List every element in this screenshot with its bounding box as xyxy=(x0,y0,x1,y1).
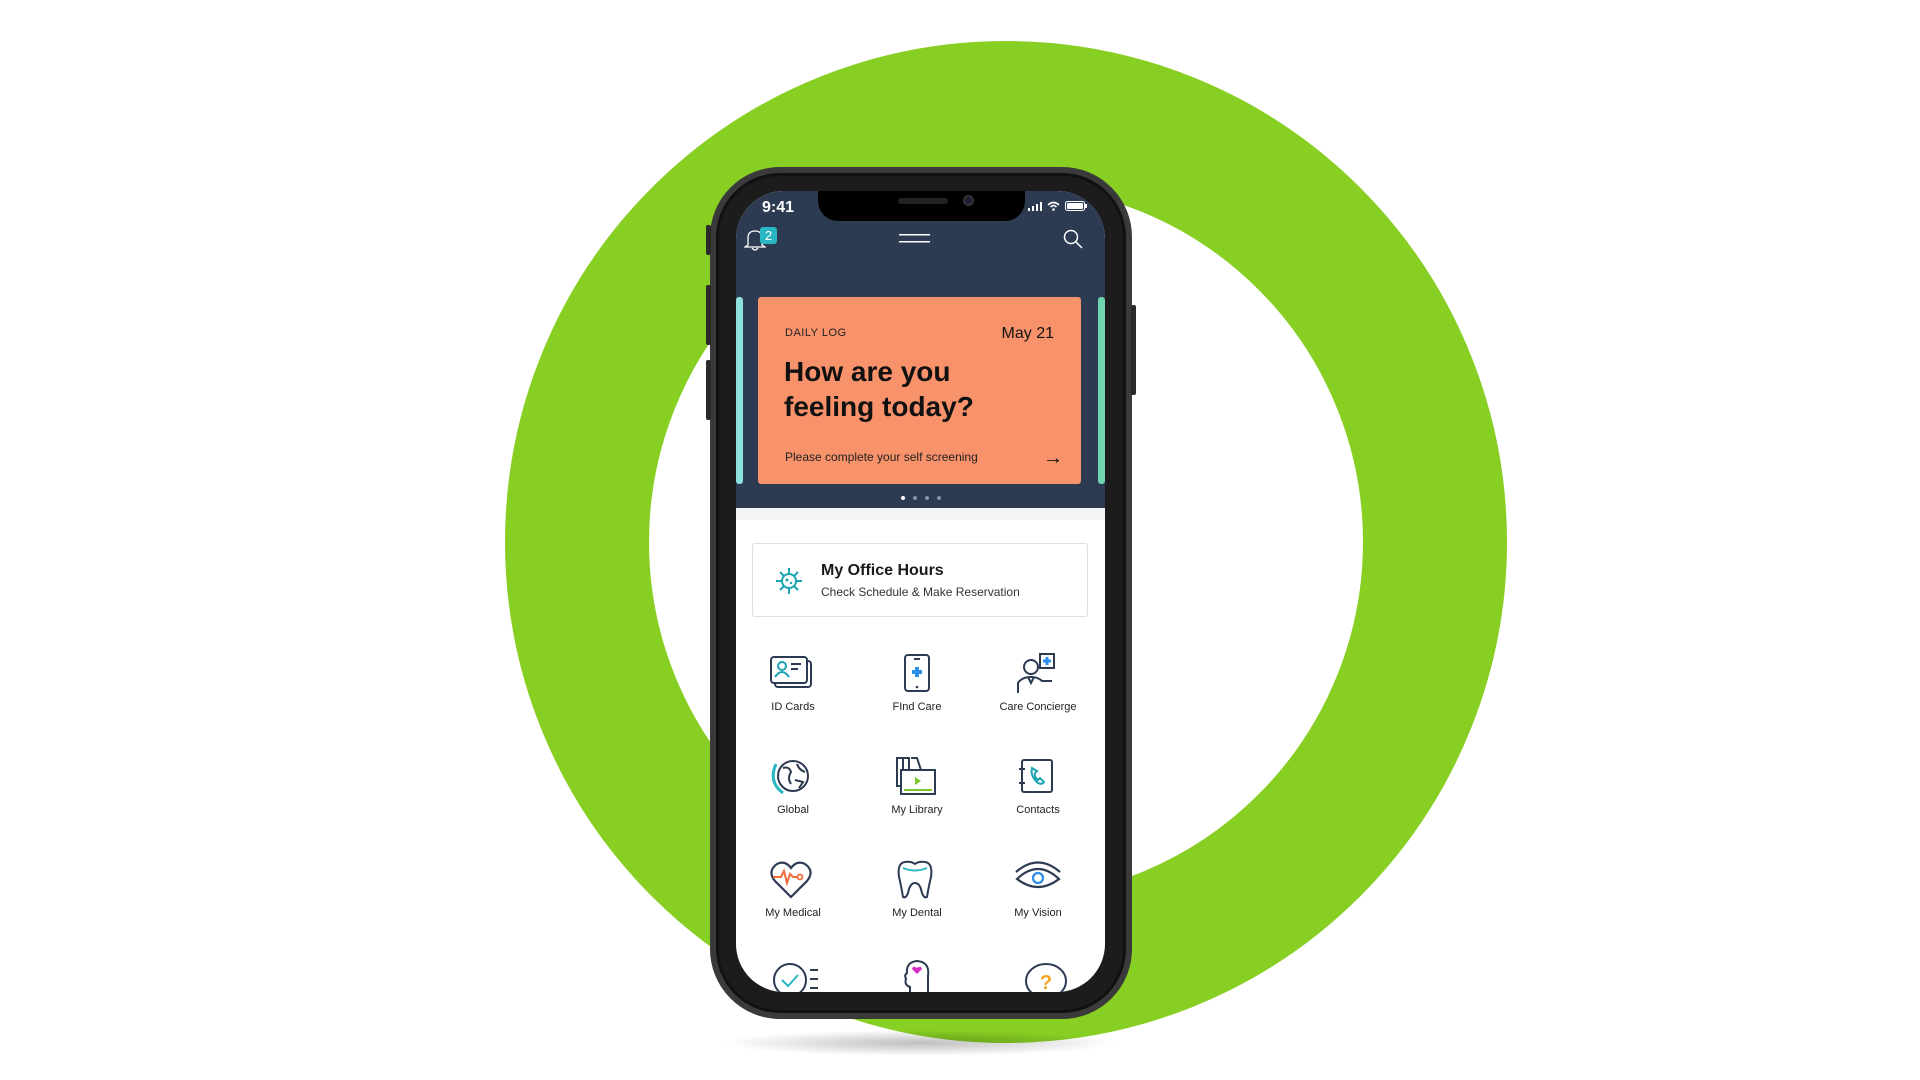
globe-icon xyxy=(771,760,809,795)
grid-item-label: My Medical xyxy=(765,907,821,919)
card-subtitle: Please complete your self screening xyxy=(785,450,978,464)
grid-item-label: ID Cards xyxy=(771,701,815,713)
battery-icon xyxy=(1065,201,1087,211)
prev-card-peek[interactable] xyxy=(736,297,743,484)
search-icon[interactable] xyxy=(1063,229,1083,249)
notification-badge: 2 xyxy=(760,227,777,244)
library-icon xyxy=(896,757,936,795)
grid-item-contacts[interactable]: Contacts xyxy=(978,756,1098,816)
grid-item-label: FInd Care xyxy=(892,701,942,713)
grid-item-my-dental[interactable]: My Dental xyxy=(857,859,977,919)
phone-side-button xyxy=(706,225,711,255)
phone-medical-icon xyxy=(904,654,930,692)
concierge-icon xyxy=(1017,653,1055,693)
phone-side-button xyxy=(706,360,711,420)
grid-item-my-medical[interactable]: My Medical xyxy=(736,859,853,919)
menu-spacer xyxy=(899,191,930,192)
virus-icon xyxy=(776,568,802,594)
status-time: 9:41 xyxy=(762,199,795,216)
eye-icon xyxy=(1015,861,1061,889)
office-hours-title: My Office Hours xyxy=(821,562,944,579)
tooth-icon xyxy=(897,860,933,899)
grid-item-global[interactable]: Global xyxy=(736,756,853,816)
hamburger-menu-icon[interactable] xyxy=(899,234,930,244)
phone-side-button xyxy=(1131,305,1136,395)
divider xyxy=(736,508,1105,520)
grid-item-my-vision[interactable]: My Vision xyxy=(978,859,1098,919)
carousel-dot[interactable] xyxy=(936,496,941,500)
grid-item-label: Global xyxy=(777,804,809,816)
id-card-icon xyxy=(770,656,812,688)
phone-screen: 9:41 2 DAILY LOG May 21 How are you feel… xyxy=(736,191,1105,992)
card-question: How are you feeling today? xyxy=(784,356,974,422)
office-hours-subtitle: Check Schedule & Make Reservation xyxy=(821,585,1020,599)
signal-icon xyxy=(1028,201,1042,211)
carousel-dots xyxy=(736,496,1105,500)
status-icons xyxy=(1028,201,1087,211)
camera xyxy=(963,195,974,206)
grid-item-find-care[interactable]: FInd Care xyxy=(857,653,977,713)
carousel-dot[interactable] xyxy=(912,496,917,500)
grid-item-label: Care Concierge xyxy=(999,701,1077,713)
menu-spacer xyxy=(898,191,930,211)
arrow-right-icon[interactable]: → xyxy=(1043,447,1063,470)
card-label: DAILY LOG xyxy=(785,327,847,339)
heart-pulse-icon xyxy=(770,861,812,899)
grid-item-id-cards[interactable]: ID Cards xyxy=(736,653,853,713)
grid-item-my-library[interactable]: My Library xyxy=(857,756,977,816)
daily-log-card[interactable]: DAILY LOG May 21 How are you feeling tod… xyxy=(758,297,1081,484)
carousel-dot[interactable] xyxy=(924,496,929,500)
grid-item-label: My Vision xyxy=(1014,907,1062,919)
grid-item-label: My Dental xyxy=(892,907,942,919)
grid-item-label: Contacts xyxy=(1016,804,1060,816)
help-icon[interactable]: ? xyxy=(1024,961,1068,992)
office-hours-card[interactable]: My Office Hours Check Schedule & Make Re… xyxy=(752,543,1088,617)
contacts-icon xyxy=(1019,759,1053,793)
grid-item-care-concierge[interactable]: Care Concierge xyxy=(978,653,1098,713)
mental-health-icon[interactable] xyxy=(902,959,932,992)
phone-side-button xyxy=(706,285,711,345)
grid-item-label: My Library xyxy=(891,804,943,816)
wifi-icon xyxy=(1047,201,1060,211)
svg-text:?: ? xyxy=(1040,972,1052,992)
app-header: 9:41 2 DAILY LOG May 21 How are you feel… xyxy=(736,191,1105,508)
next-card-peek[interactable] xyxy=(1098,297,1105,484)
phone-shadow xyxy=(720,1030,1120,1056)
card-date: May 21 xyxy=(1001,325,1054,342)
carousel-dot[interactable] xyxy=(900,496,905,500)
spacer xyxy=(1002,191,1003,192)
checklist-icon[interactable] xyxy=(772,961,824,992)
